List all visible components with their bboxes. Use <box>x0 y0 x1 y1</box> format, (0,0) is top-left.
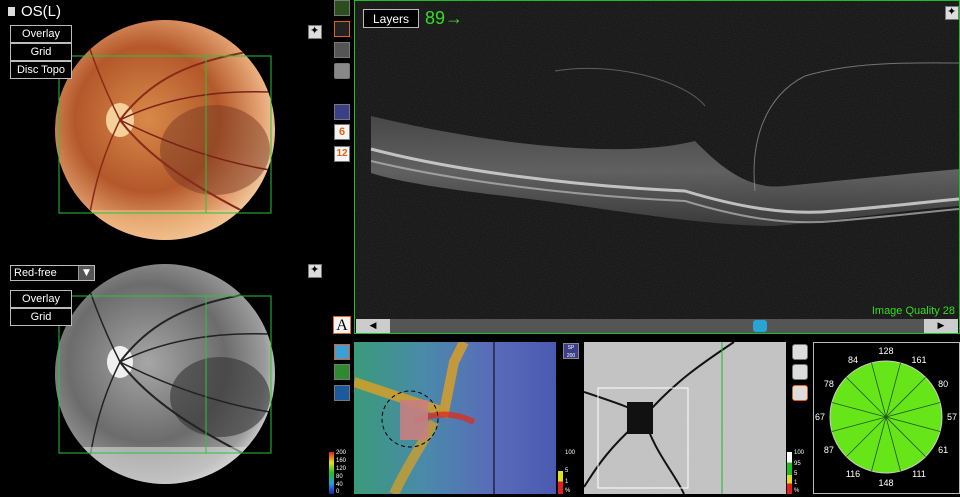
sector-value-label: 84 <box>848 355 858 365</box>
scroll-thumb[interactable] <box>753 320 767 332</box>
fundus-redfree-panel: Red-free ▼ Overlay Grid <box>0 262 330 497</box>
sector-value-label: 148 <box>878 478 893 488</box>
grid-button-redfree[interactable]: Grid <box>10 308 72 326</box>
chevron-down-icon[interactable]: ▼ <box>78 266 94 280</box>
deviation-map-image[interactable] <box>584 342 786 494</box>
scale-label: 5 <box>565 468 569 474</box>
scale-label: 120 <box>336 466 347 472</box>
grid-6-icon[interactable]: 6 <box>334 124 350 140</box>
thickness-map-image[interactable] <box>354 342 556 494</box>
fundus-color-panel: Overlay Grid Disc Topo <box>0 20 330 250</box>
deviation-scale-2: 100 95 5 1 % <box>787 450 811 494</box>
map-deviation-icon[interactable] <box>334 385 350 401</box>
scale-label: 95 <box>794 461 801 467</box>
sector-value-label: 78 <box>824 379 834 389</box>
circle-grid-icon[interactable] <box>792 344 808 360</box>
bscan-panel: Layers 89→ Image Quality 28 ◀ ▶ <box>354 0 960 334</box>
scroll-right-arrow[interactable]: ▶ <box>924 319 958 333</box>
3d-volume-icon[interactable] <box>334 42 350 58</box>
thickness-colorbar <box>329 452 334 494</box>
thickness-map-icon[interactable] <box>334 344 350 360</box>
expand-fundus-top-icon[interactable] <box>308 24 322 39</box>
scroll-left-arrow[interactable]: ◀ <box>356 319 390 333</box>
overlay-button[interactable]: Overlay <box>10 25 72 43</box>
scale-label: 100 <box>565 450 576 456</box>
sector-value-label: 111 <box>912 469 926 479</box>
slice-scrollbar[interactable]: ◀ ▶ <box>356 319 958 333</box>
image-quality-label: Image Quality 28 <box>871 305 955 317</box>
scale-label: 1 <box>794 480 798 486</box>
sector-value-label: 87 <box>824 445 834 455</box>
bscan-lines-icon[interactable] <box>334 21 350 37</box>
sector-chart-panel: 128 161 80 57 61 111 148 116 87 67 78 84 <box>813 342 960 494</box>
sector-value-label: 57 <box>947 412 957 422</box>
scale-label: 0 <box>336 489 340 495</box>
scale-label: 100 <box>794 450 805 456</box>
deviation-colorbar-2 <box>787 452 792 494</box>
fundus-view-icon[interactable] <box>334 0 350 16</box>
sector-value-label: 116 <box>846 469 860 479</box>
map-3d-icon[interactable] <box>334 364 350 380</box>
overlay-button-redfree[interactable]: Overlay <box>10 290 72 308</box>
image-mode-value: Red-free <box>14 267 57 279</box>
scale-label: 80 <box>336 474 343 480</box>
eye-label-row: OS(L) <box>8 2 61 20</box>
grid-button[interactable]: Grid <box>10 43 72 61</box>
sector-value-label: 161 <box>911 355 926 365</box>
image-mode-select[interactable]: Red-free ▼ <box>10 265 95 281</box>
scale-label: 40 <box>336 482 343 488</box>
sp-badge: SP 200 <box>563 343 579 359</box>
document-icon <box>8 6 15 16</box>
disc-topo-button[interactable]: Disc Topo <box>10 61 72 79</box>
scale-label: % <box>794 488 800 494</box>
deviation-map-panel <box>584 342 786 494</box>
scale-label: 160 <box>336 458 347 464</box>
eye-label: OS(L) <box>21 2 62 20</box>
thickness-scale: 200 160 120 80 40 0 <box>329 450 353 495</box>
sector-grid-icon[interactable] <box>792 385 808 401</box>
sector-value-label: 67 <box>815 412 825 422</box>
slice-indicator: 89→ <box>425 8 464 28</box>
circle-scan-icon[interactable] <box>334 63 350 79</box>
deviation-scale-1: 100 5 1 % <box>558 450 582 494</box>
scale-label: % <box>565 488 571 494</box>
deviation-colorbar-1 <box>558 452 563 494</box>
layers-button[interactable]: Layers <box>363 9 419 28</box>
scale-label: 200 <box>336 450 347 456</box>
scale-label: 1 <box>565 479 569 485</box>
sector-value-label: 80 <box>938 379 948 389</box>
sector-value-label: 128 <box>878 346 893 356</box>
scale-label: 5 <box>794 471 798 477</box>
expand-bscan-icon[interactable] <box>945 5 959 20</box>
sector-chart: 128 161 80 57 61 111 148 116 87 67 78 84 <box>815 346 957 488</box>
annotate-icon[interactable]: A <box>333 316 351 334</box>
thickness-map-panel <box>354 342 556 494</box>
sector-value-label: 61 <box>938 445 948 455</box>
grid-12-icon[interactable]: 12 <box>334 146 350 162</box>
expand-fundus-bottom-icon[interactable] <box>308 263 322 278</box>
circle-grid-alt-icon[interactable] <box>792 364 808 380</box>
layers-view-icon[interactable] <box>334 104 350 120</box>
oct-bscan-image[interactable] <box>355 1 959 319</box>
